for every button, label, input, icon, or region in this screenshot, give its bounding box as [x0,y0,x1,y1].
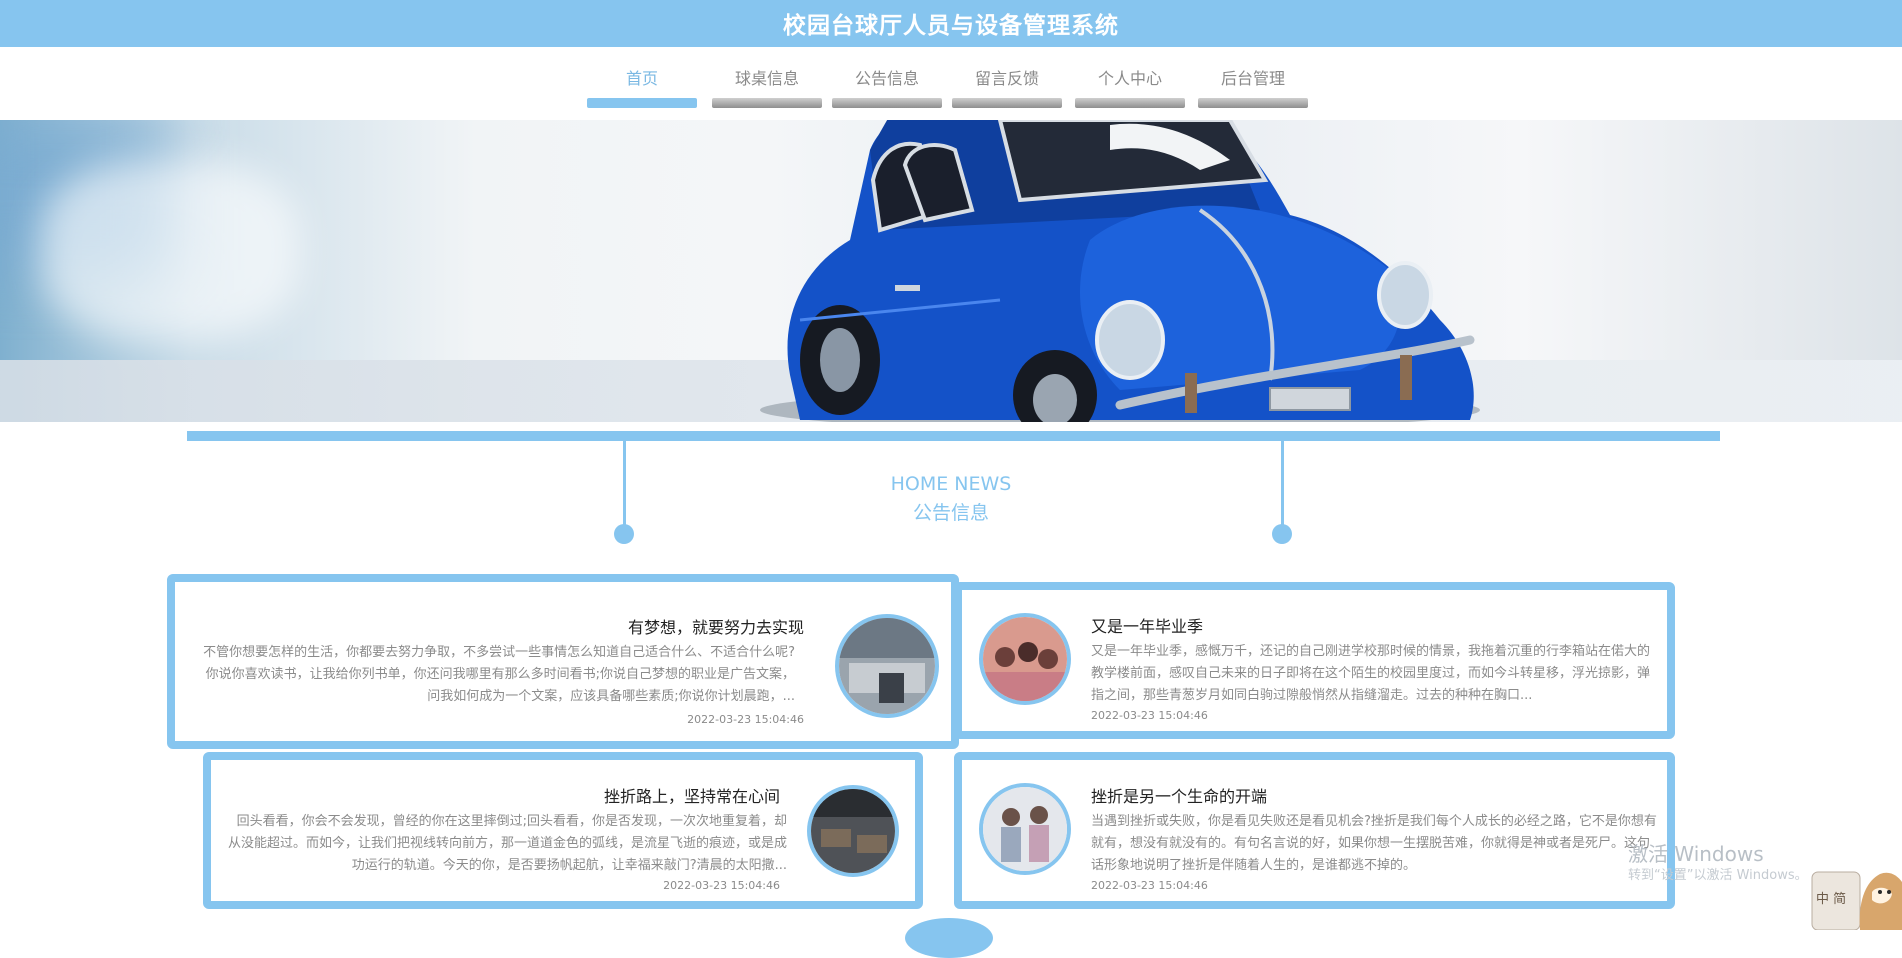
news-time: 2022-03-23 15:04:46 [687,713,804,726]
nav-item-home[interactable]: 首页 [587,68,697,112]
news-card[interactable]: 挫折路上，坚持常在心间 回头看看，你会不会发现，曾经的你在这里摔倒过;回头看看，… [203,752,923,909]
nav-item-label: 后台管理 [1220,69,1285,88]
news-section-heading: HOME NEWS 公告信息 [851,470,1051,528]
windows-activation-subtext: 转到“设置”以激活 Windows。 [1628,868,1808,883]
news-card[interactable]: 又是一年毕业季 又是一年毕业季，感慨万千，还记的自己刚进学校那时候的情景，我拖着… [954,582,1675,739]
top-header-bar: 校园台球厅人员与设备管理系统 [0,0,1902,47]
nav-item-label: 首页 [625,69,658,88]
hero-banner[interactable] [0,120,1902,422]
scroll-more-button[interactable] [905,918,993,958]
news-excerpt: 回头看看，你会不会发现，曾经的你在这里摔倒过;回头看看，你是否发现，一次次地重复… [227,814,787,873]
nav-underline [712,98,822,108]
timeline-bar [187,431,1720,441]
ime-mascot[interactable]: 中 简 [1810,852,1902,931]
timeline-dot-left [614,524,634,544]
nav-underline [587,98,697,108]
nav-underline [832,98,942,108]
timeline-dot-right [1272,524,1292,544]
windows-activation-watermark: 激活 Windows [1628,842,1764,866]
news-thumbnail [807,785,899,877]
nav-item-label: 公告信息 [854,69,919,88]
site-title: 校园台球厅人员与设备管理系统 [783,13,1119,39]
nav-underline [1198,98,1308,108]
nav-underline [952,98,1062,108]
news-title: 有梦想，就要努力去实现 [627,618,804,637]
news-thumbnail [835,614,939,718]
news-time: 2022-03-23 15:04:46 [1091,879,1208,892]
news-heading-en: HOME NEWS [890,473,1012,495]
blue-toy-car-image [760,120,1480,422]
news-excerpt: 不管你想要怎样的生活，你都要去努力争取，不多尝试一些事情怎么知道自己适合什么、不… [203,645,795,704]
news-card[interactable]: 有梦想，就要努力去实现 不管你想要怎样的生活，你都要去努力争取，不多尝试一些事情… [167,574,959,749]
news-title: 挫折路上，坚持常在心间 [603,787,780,806]
news-card[interactable]: 挫折是另一个生命的开端 当遇到挫折或失败，你是看见失败还是看见机会?挫折是我们每… [954,752,1675,909]
nav-item-label: 球桌信息 [734,69,799,88]
news-excerpt: 又是一年毕业季，感慨万千，还记的自己刚进学校那时候的情景，我拖着沉重的行李箱站在… [1091,644,1651,703]
timeline-stem-left [623,441,626,529]
news-excerpt: 当遇到挫折或失败，你是看见失败还是看见机会?挫折是我们每个人成长的必经之路，它不… [1091,814,1657,873]
news-title: 又是一年毕业季 [1091,617,1204,636]
nav-underline [1075,98,1185,108]
nav-item-announcements[interactable]: 公告信息 [832,68,942,112]
ime-label: 中 简 [1816,892,1847,907]
timeline-stem-right [1281,441,1284,529]
news-heading-cn: 公告信息 [912,502,989,524]
nav-item-label: 个人中心 [1097,69,1162,88]
news-time: 2022-03-23 15:04:46 [663,879,780,892]
news-time: 2022-03-23 15:04:46 [1091,709,1208,722]
nav-item-label: 留言反馈 [974,69,1039,88]
nav-item-tables[interactable]: 球桌信息 [712,68,822,112]
news-thumbnail [979,783,1071,875]
nav-item-feedback[interactable]: 留言反馈 [952,68,1062,112]
nav-item-profile[interactable]: 个人中心 [1075,68,1185,112]
news-title: 挫折是另一个生命的开端 [1091,787,1268,806]
news-thumbnail [979,613,1071,705]
nav-item-admin[interactable]: 后台管理 [1198,68,1308,112]
